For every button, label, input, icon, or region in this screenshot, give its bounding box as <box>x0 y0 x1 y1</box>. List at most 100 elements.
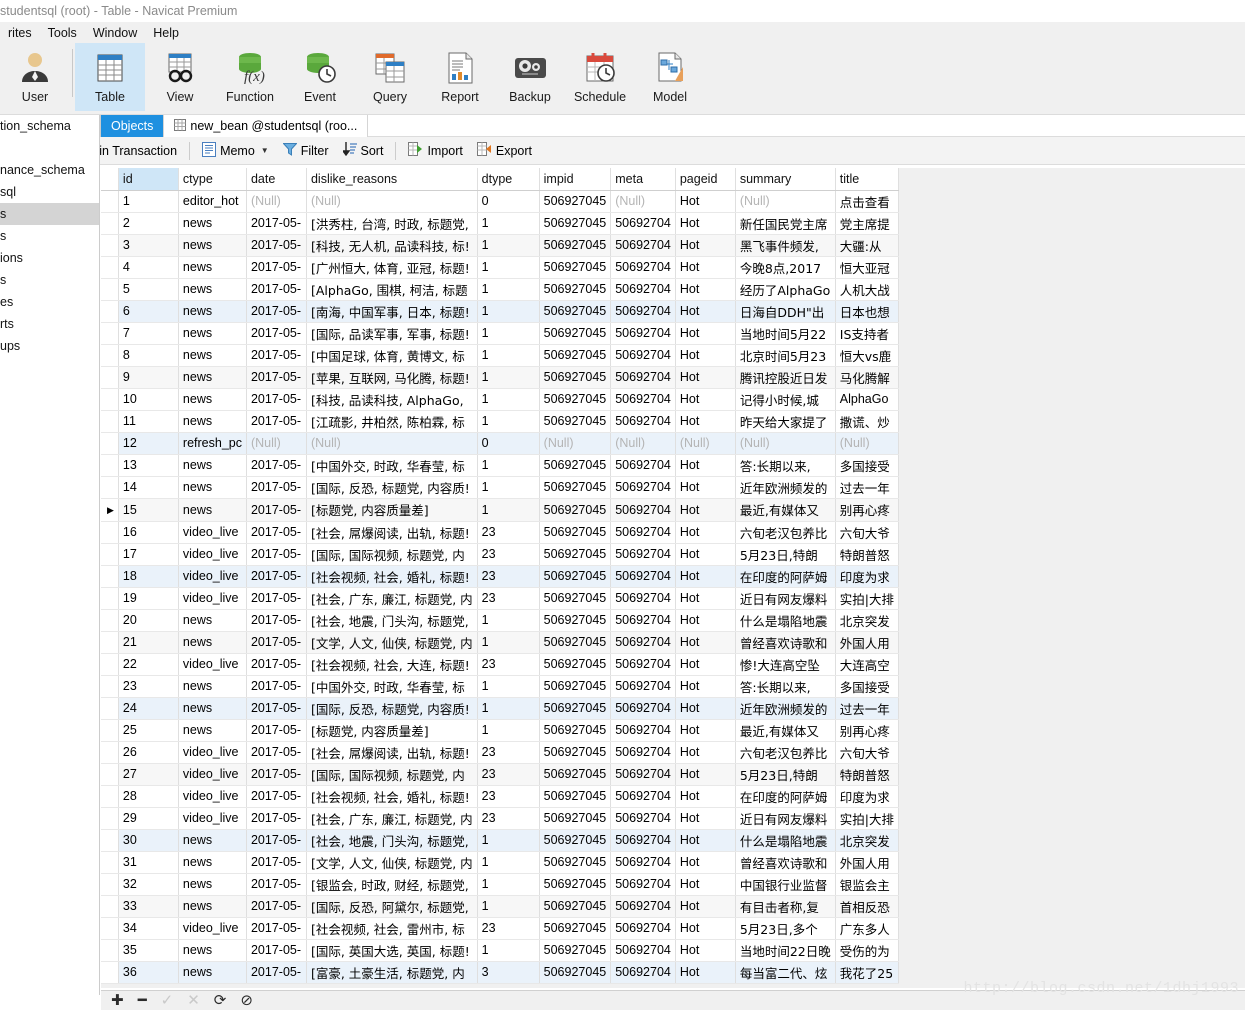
cell-impid[interactable]: (Null) <box>539 432 612 455</box>
column-header-pageid[interactable]: pageid <box>675 168 736 191</box>
cell-pageid[interactable]: Hot <box>675 697 736 720</box>
row-marker[interactable] <box>101 212 119 235</box>
cell-impid[interactable]: 506927045 <box>539 697 612 720</box>
row-marker[interactable] <box>101 719 119 742</box>
row-marker[interactable] <box>101 565 119 588</box>
cell-summary[interactable]: 5月23日,特朗 <box>735 763 836 786</box>
cell-impid[interactable]: 506927045 <box>539 344 612 367</box>
cell-meta[interactable]: 50692704 <box>610 697 676 720</box>
cell-dtype[interactable]: 1 <box>477 873 540 896</box>
cell-dtype[interactable]: 1 <box>477 410 540 433</box>
cell-summary[interactable]: 答:长期以来, <box>735 454 836 477</box>
cell-ctype[interactable]: news <box>178 895 247 918</box>
cell-summary[interactable]: (Null) <box>735 190 836 213</box>
cell-ctype[interactable]: video_live <box>178 653 247 676</box>
cell-pageid[interactable]: Hot <box>675 807 736 830</box>
cell-ctype[interactable]: refresh_pc <box>178 432 247 455</box>
sidebar-item-10[interactable]: ups <box>0 335 99 357</box>
cell-date[interactable]: (Null) <box>246 432 307 455</box>
cell-title[interactable]: 实拍|大排 <box>835 587 899 610</box>
cell-meta[interactable]: 50692704 <box>610 719 676 742</box>
cell-date[interactable]: 2017-05- <box>246 961 307 984</box>
cell-title[interactable]: 马化腾解 <box>835 366 899 389</box>
cell-title[interactable]: 别再心疼 <box>835 719 899 742</box>
cell-meta[interactable]: 50692704 <box>610 476 676 499</box>
cell-date[interactable]: 2017-05- <box>246 697 307 720</box>
cell-dislike_reasons[interactable]: [社会, 地震, 门头沟, 标题党, <box>306 609 478 632</box>
cell-dislike_reasons[interactable]: [苹果, 互联网, 马化腾, 标题! <box>306 366 478 389</box>
cell-summary[interactable]: 5月23日,特朗 <box>735 543 836 566</box>
cell-id[interactable]: 2 <box>118 212 179 235</box>
cell-id[interactable]: 27 <box>118 763 179 786</box>
cell-meta[interactable]: 50692704 <box>610 300 676 323</box>
cell-dtype[interactable]: 1 <box>477 675 540 698</box>
cell-date[interactable]: (Null) <box>246 190 307 213</box>
row-marker[interactable] <box>101 763 119 786</box>
cell-date[interactable]: 2017-05- <box>246 939 307 962</box>
row-marker[interactable] <box>101 653 119 676</box>
cell-dislike_reasons[interactable]: [国际, 英国大选, 英国, 标题! <box>306 939 478 962</box>
cell-ctype[interactable]: news <box>178 829 247 852</box>
cell-date[interactable]: 2017-05- <box>246 873 307 896</box>
cell-date[interactable]: 2017-05- <box>246 388 307 411</box>
cell-id[interactable]: 3 <box>118 234 179 257</box>
column-header-date[interactable]: date <box>246 168 307 191</box>
cell-id[interactable]: 25 <box>118 719 179 742</box>
cell-id[interactable]: 20 <box>118 609 179 632</box>
column-header-meta[interactable]: meta <box>610 168 676 191</box>
cell-summary[interactable]: 5月23日,多个 <box>735 917 836 940</box>
cell-meta[interactable]: 50692704 <box>610 631 676 654</box>
cell-ctype[interactable]: news <box>178 498 247 522</box>
cell-meta[interactable]: 50692704 <box>610 917 676 940</box>
cell-date[interactable]: 2017-05- <box>246 741 307 764</box>
cell-pageid[interactable]: (Null) <box>675 432 736 455</box>
cell-ctype[interactable]: news <box>178 961 247 984</box>
cell-id[interactable]: 24 <box>118 697 179 720</box>
cell-impid[interactable]: 506927045 <box>539 454 612 477</box>
cell-dtype[interactable]: 1 <box>477 256 540 279</box>
table-row[interactable]: 27 video_live 2017-05- [国际, 国际视频, 标题党, 内 23 5… <box>101 763 899 786</box>
cell-title[interactable]: (Null) <box>835 432 899 455</box>
cell-meta[interactable]: 50692704 <box>610 565 676 588</box>
cell-title[interactable]: 银监会主 <box>835 873 899 896</box>
cell-ctype[interactable]: news <box>178 388 247 411</box>
table-row[interactable]: 23 news 2017-05- [中国外交, 时政, 华春莹, 标 1 50692704… <box>101 675 899 698</box>
cell-meta[interactable]: 50692704 <box>610 851 676 874</box>
cell-dislike_reasons[interactable]: [国际, 反恐, 阿黛尔, 标题党, <box>306 895 478 918</box>
cell-meta[interactable]: 50692704 <box>610 278 676 301</box>
cell-pageid[interactable]: Hot <box>675 454 736 477</box>
column-header-impid[interactable]: impid <box>539 168 612 191</box>
cell-ctype[interactable]: news <box>178 344 247 367</box>
cell-date[interactable]: 2017-05- <box>246 366 307 389</box>
cell-pageid[interactable]: Hot <box>675 829 736 852</box>
cell-impid[interactable]: 506927045 <box>539 278 612 301</box>
cell-summary[interactable]: 在印度的阿萨姆 <box>735 785 836 808</box>
cell-pageid[interactable]: Hot <box>675 653 736 676</box>
cell-title[interactable]: 六旬大爷 <box>835 521 899 544</box>
cell-ctype[interactable]: news <box>178 873 247 896</box>
table-row[interactable]: 29 video_live 2017-05- [社会, 广东, 廉江, 标题党, 内2… <box>101 807 899 830</box>
cell-dtype[interactable]: 1 <box>477 498 540 522</box>
cell-summary[interactable]: 近日有网友爆料 <box>735 807 836 830</box>
cell-pageid[interactable]: Hot <box>675 851 736 874</box>
row-marker[interactable] <box>101 675 119 698</box>
cell-id[interactable]: 31 <box>118 851 179 874</box>
cell-title[interactable]: 受伤的为 <box>835 939 899 962</box>
cell-dislike_reasons[interactable]: [国际, 国际视频, 标题党, 内 <box>306 543 478 566</box>
cell-dislike_reasons[interactable]: [中国外交, 时政, 华春莹, 标 <box>306 454 478 477</box>
cell-dtype[interactable]: 1 <box>477 300 540 323</box>
table-row[interactable]: 26 video_live 2017-05- [社会, 屌爆阅读, 出轨, 标题! 23… <box>101 741 899 764</box>
cell-date[interactable]: 2017-05- <box>246 344 307 367</box>
cell-id[interactable]: 22 <box>118 653 179 676</box>
menu-item-favorites[interactable]: rites <box>0 24 40 42</box>
cell-id[interactable]: 7 <box>118 322 179 345</box>
cell-title[interactable]: 北京突发 <box>835 829 899 852</box>
cell-summary[interactable]: 新任国民党主席 <box>735 212 836 235</box>
cell-impid[interactable]: 506927045 <box>539 388 612 411</box>
cell-date[interactable]: 2017-05- <box>246 476 307 499</box>
table-row[interactable]: 6 news 2017-05- [南海, 中国军事, 日本, 标题! 1 50692704… <box>101 300 899 323</box>
row-marker[interactable] <box>101 697 119 720</box>
row-marker[interactable] <box>101 631 119 654</box>
cell-impid[interactable]: 506927045 <box>539 609 612 632</box>
cell-impid[interactable]: 506927045 <box>539 741 612 764</box>
